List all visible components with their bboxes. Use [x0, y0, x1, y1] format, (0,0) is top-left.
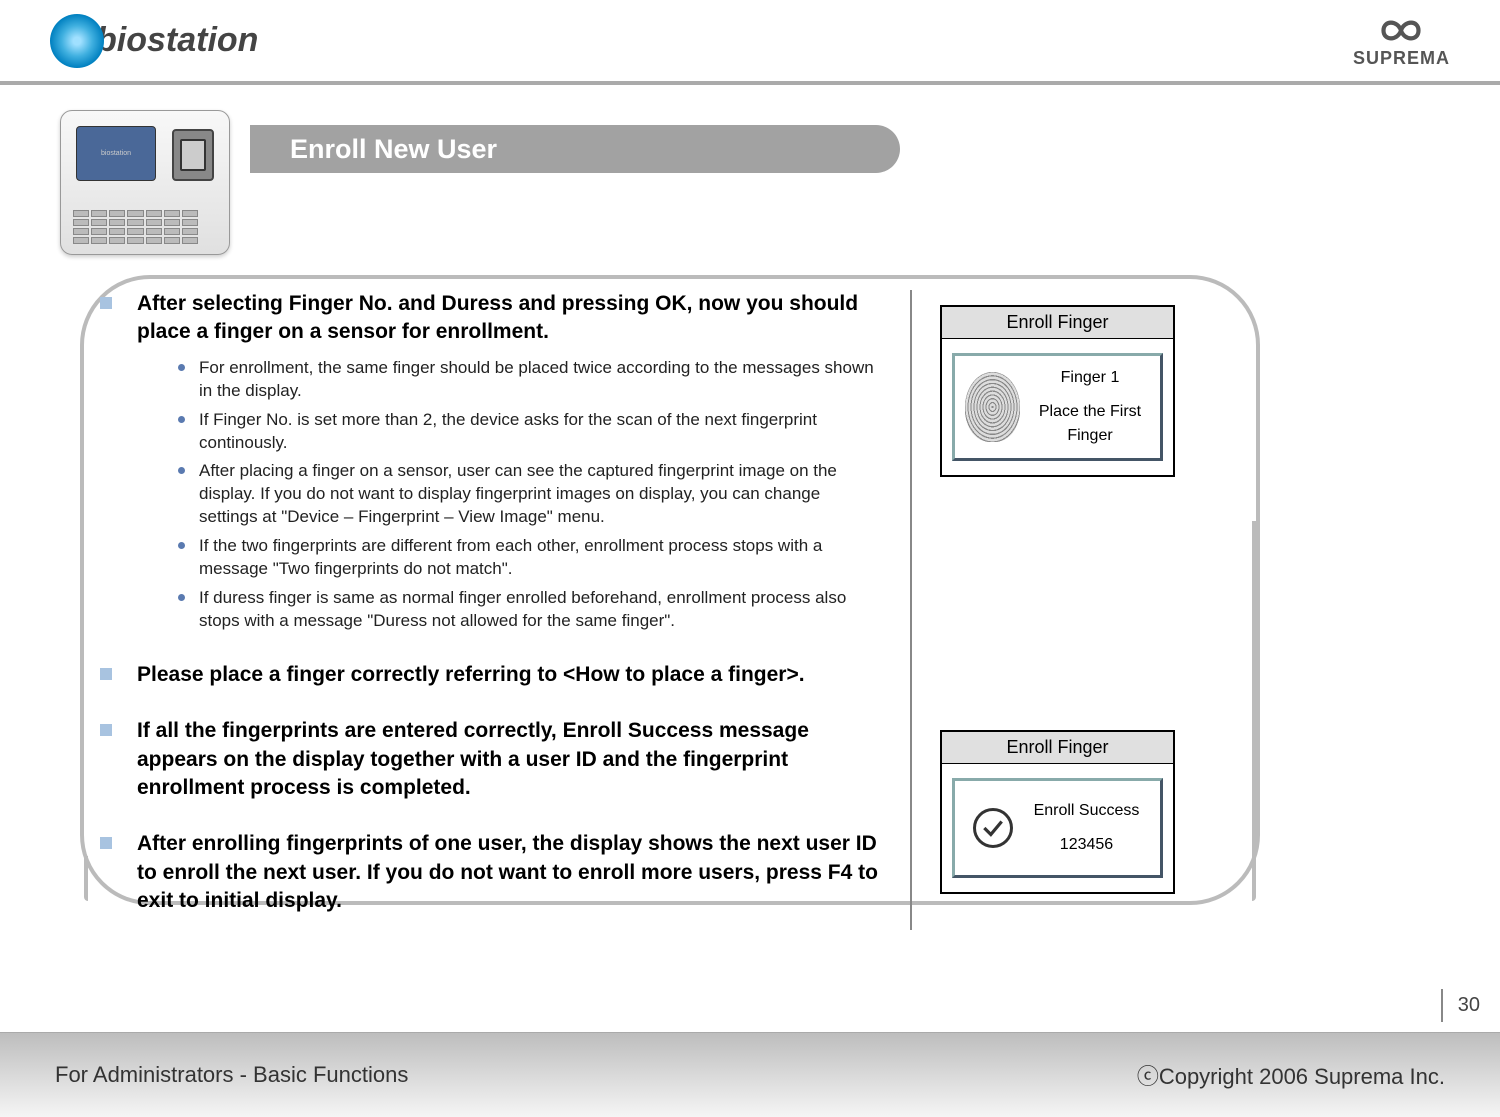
page-footer: For Administrators - Basic Functions ⓒCo… — [0, 1032, 1500, 1117]
panel-line1: Enroll Success — [1023, 799, 1150, 823]
panel-header: Enroll Finger — [942, 732, 1173, 764]
sub-bullet-item: If the two fingerprints are different fr… — [178, 535, 880, 581]
suprema-logo: SUPREMA — [1353, 13, 1450, 69]
sub-bullet-text: For enrollment, the same finger should b… — [199, 357, 880, 403]
title-row: biostation Enroll New User — [60, 110, 860, 230]
page-number: 30 — [1441, 989, 1480, 1022]
footer-right-text: ⓒCopyright 2006 Suprema Inc. — [1137, 1059, 1445, 1091]
square-bullet-icon — [100, 668, 112, 680]
swirl-icon — [50, 14, 104, 68]
square-bullet-icon — [100, 724, 112, 736]
sub-bullet-text: If Finger No. is set more than 2, the de… — [199, 409, 880, 455]
bullet-item: After enrolling fingerprints of one user… — [100, 830, 880, 915]
panel-text: Finger 1 Place the First Finger — [1030, 366, 1150, 448]
device-thumbnail: biostation — [60, 110, 230, 255]
dot-bullet-icon — [178, 594, 185, 601]
biostation-logo-text: biostation — [96, 21, 258, 60]
dot-bullet-icon — [178, 364, 185, 371]
suprema-logo-text: SUPREMA — [1353, 48, 1450, 69]
device-scanner-icon — [172, 129, 214, 181]
sub-bullet-list: For enrollment, the same finger should b… — [178, 357, 880, 633]
panel-line2: 123456 — [1023, 833, 1150, 857]
panel-body: Finger 1 Place the First Finger — [942, 339, 1173, 475]
dot-bullet-icon — [178, 542, 185, 549]
bullet-text: After selecting Finger No. and Duress an… — [137, 290, 880, 347]
vertical-divider — [910, 290, 912, 930]
sub-bullet-item: After placing a finger on a sensor, user… — [178, 460, 880, 529]
panel-line2: Place the First Finger — [1030, 400, 1150, 448]
bullet-text: After enrolling fingerprints of one user… — [137, 830, 880, 915]
bullet-item: If all the fingerprints are entered corr… — [100, 717, 880, 802]
panel-header: Enroll Finger — [942, 307, 1173, 339]
biostation-logo: biostation — [50, 14, 258, 68]
sub-bullet-item: If Finger No. is set more than 2, the de… — [178, 409, 880, 455]
check-circle-icon — [973, 808, 1013, 848]
bullet-item: After selecting Finger No. and Duress an… — [100, 290, 880, 347]
panel-text: Enroll Success 123456 — [1023, 799, 1150, 857]
footer-left-text: For Administrators - Basic Functions — [55, 1062, 408, 1088]
square-bullet-icon — [100, 297, 112, 309]
sub-bullet-item: For enrollment, the same finger should b… — [178, 357, 880, 403]
panel-body: Enroll Success 123456 — [942, 764, 1173, 892]
bullet-text: If all the fingerprints are entered corr… — [137, 717, 880, 802]
page-header: biostation SUPREMA — [0, 0, 1500, 85]
sub-bullet-text: If duress finger is same as normal finge… — [199, 587, 880, 633]
section-title: Enroll New User — [250, 125, 900, 173]
sub-bullet-item: If duress finger is same as normal finge… — [178, 587, 880, 633]
square-bullet-icon — [100, 837, 112, 849]
enroll-finger-panel-2: Enroll Finger Enroll Success 123456 — [940, 730, 1175, 894]
sub-bullet-text: After placing a finger on a sensor, user… — [199, 460, 880, 529]
fingerprint-icon — [965, 372, 1020, 442]
sub-bullet-text: If the two fingerprints are different fr… — [199, 535, 880, 581]
device-keypad-icon — [73, 210, 198, 244]
infinity-icon — [1366, 13, 1436, 48]
enroll-finger-panel-1: Enroll Finger Finger 1 Place the First F… — [940, 305, 1175, 477]
device-screen-icon: biostation — [76, 126, 156, 181]
panel-line1: Finger 1 — [1030, 366, 1150, 390]
bullet-item: Please place a finger correctly referrin… — [100, 661, 880, 689]
dot-bullet-icon — [178, 467, 185, 474]
bullet-text: Please place a finger correctly referrin… — [137, 661, 805, 689]
dot-bullet-icon — [178, 416, 185, 423]
content-list: After selecting Finger No. and Duress an… — [100, 290, 880, 915]
